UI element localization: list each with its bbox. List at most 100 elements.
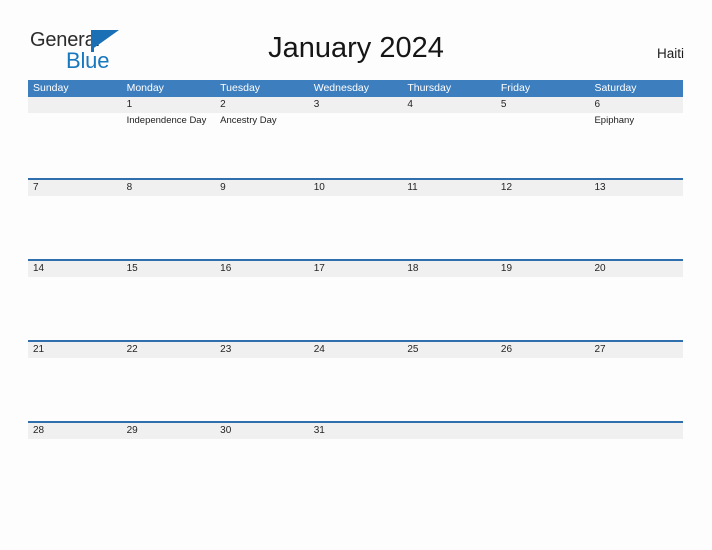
day-number[interactable]: 15 xyxy=(122,261,216,277)
day-number[interactable]: 26 xyxy=(496,342,590,358)
day-number[interactable]: 6 xyxy=(589,97,683,113)
week-row: 1 2 3 4 5 6 Independence Day Ancestry Da… xyxy=(28,97,683,178)
day-cell[interactable] xyxy=(215,196,309,259)
day-cell[interactable] xyxy=(28,439,122,502)
day-cell[interactable] xyxy=(402,196,496,259)
day-cell[interactable] xyxy=(122,277,216,340)
day-number[interactable]: 30 xyxy=(215,423,309,439)
weekday-header-tuesday: Tuesday xyxy=(220,82,261,94)
day-cell[interactable] xyxy=(215,277,309,340)
day-cell-empty xyxy=(496,439,590,502)
week-body: Independence Day Ancestry Day Epiphany xyxy=(28,113,683,176)
day-number[interactable]: 21 xyxy=(28,342,122,358)
day-cell[interactable] xyxy=(309,439,403,502)
event-label: Epiphany xyxy=(594,115,635,126)
week-row: 28 29 30 31 xyxy=(28,421,683,502)
week-date-band: 14 15 16 17 18 19 20 xyxy=(28,261,683,277)
day-number[interactable]: 12 xyxy=(496,180,590,196)
day-cell[interactable] xyxy=(496,113,590,176)
week-date-band: 21 22 23 24 25 26 27 xyxy=(28,342,683,358)
weekday-header-saturday: Saturday xyxy=(594,82,637,94)
day-cell[interactable] xyxy=(215,358,309,421)
day-cell[interactable] xyxy=(122,358,216,421)
day-cell[interactable]: Independence Day xyxy=(122,113,216,176)
day-cell[interactable] xyxy=(28,196,122,259)
weekday-header-friday: Friday xyxy=(500,82,531,94)
day-cell[interactable] xyxy=(28,277,122,340)
day-number xyxy=(496,423,590,439)
day-number[interactable]: 20 xyxy=(589,261,683,277)
day-number[interactable]: 18 xyxy=(402,261,496,277)
weekday-header-monday: Monday xyxy=(126,82,164,94)
weekday-header-sunday: Sunday xyxy=(33,82,69,94)
page-title: January 2024 xyxy=(268,32,444,64)
day-number[interactable]: 28 xyxy=(28,423,122,439)
day-number[interactable]: 1 xyxy=(122,97,216,113)
day-cell[interactable] xyxy=(309,113,403,176)
day-cell-empty xyxy=(589,439,683,502)
day-number[interactable]: 8 xyxy=(122,180,216,196)
week-row: 21 22 23 24 25 26 27 xyxy=(28,340,683,421)
day-number xyxy=(402,423,496,439)
day-number[interactable]: 17 xyxy=(309,261,403,277)
weekday-header-row: Sunday Monday Tuesday Wednesday Thursday… xyxy=(28,80,683,97)
day-cell[interactable] xyxy=(215,439,309,502)
day-number[interactable]: 16 xyxy=(215,261,309,277)
week-row: 14 15 16 17 18 19 20 xyxy=(28,259,683,340)
day-cell[interactable] xyxy=(589,358,683,421)
day-cell[interactable] xyxy=(496,196,590,259)
day-number[interactable] xyxy=(28,97,122,113)
day-number[interactable]: 14 xyxy=(28,261,122,277)
week-body xyxy=(28,277,683,340)
day-number[interactable]: 4 xyxy=(402,97,496,113)
day-cell[interactable] xyxy=(402,277,496,340)
day-number[interactable]: 10 xyxy=(309,180,403,196)
day-cell[interactable]: Ancestry Day xyxy=(215,113,309,176)
day-cell[interactable] xyxy=(309,196,403,259)
week-date-band: 1 2 3 4 5 6 xyxy=(28,97,683,113)
day-number[interactable]: 13 xyxy=(589,180,683,196)
day-cell[interactable] xyxy=(309,358,403,421)
day-cell-empty xyxy=(402,439,496,502)
day-cell[interactable] xyxy=(309,277,403,340)
week-body xyxy=(28,439,683,502)
day-cell[interactable] xyxy=(402,358,496,421)
day-number[interactable]: 27 xyxy=(589,342,683,358)
day-number[interactable]: 24 xyxy=(309,342,403,358)
day-number[interactable]: 25 xyxy=(402,342,496,358)
day-number[interactable]: 11 xyxy=(402,180,496,196)
page-header: General Blue January 2024 Haiti xyxy=(0,0,712,80)
day-number[interactable]: 2 xyxy=(215,97,309,113)
event-label: Independence Day xyxy=(126,115,207,126)
day-cell[interactable] xyxy=(122,439,216,502)
day-cell[interactable] xyxy=(28,113,122,176)
week-body xyxy=(28,196,683,259)
day-number[interactable]: 19 xyxy=(496,261,590,277)
day-cell[interactable]: Epiphany xyxy=(589,113,683,176)
day-number[interactable]: 22 xyxy=(122,342,216,358)
weekday-header-wednesday: Wednesday xyxy=(313,82,369,94)
day-number[interactable]: 3 xyxy=(309,97,403,113)
day-cell[interactable] xyxy=(122,196,216,259)
day-number[interactable]: 23 xyxy=(215,342,309,358)
day-cell[interactable] xyxy=(589,277,683,340)
day-cell[interactable] xyxy=(589,196,683,259)
day-cell[interactable] xyxy=(28,358,122,421)
calendar-grid: Sunday Monday Tuesday Wednesday Thursday… xyxy=(28,80,683,502)
day-number xyxy=(589,423,683,439)
day-number[interactable]: 7 xyxy=(28,180,122,196)
day-cell[interactable] xyxy=(496,277,590,340)
week-date-band: 7 8 9 10 11 12 13 xyxy=(28,180,683,196)
week-date-band: 28 29 30 31 xyxy=(28,423,683,439)
week-body xyxy=(28,358,683,421)
day-number[interactable]: 5 xyxy=(496,97,590,113)
event-label: Ancestry Day xyxy=(220,115,277,126)
week-row: 7 8 9 10 11 12 13 xyxy=(28,178,683,259)
day-number[interactable]: 29 xyxy=(122,423,216,439)
day-number[interactable]: 31 xyxy=(309,423,403,439)
region-label: Haiti xyxy=(656,46,684,61)
day-cell[interactable] xyxy=(402,113,496,176)
day-cell[interactable] xyxy=(496,358,590,421)
weekday-header-thursday: Thursday xyxy=(407,82,452,94)
day-number[interactable]: 9 xyxy=(215,180,309,196)
